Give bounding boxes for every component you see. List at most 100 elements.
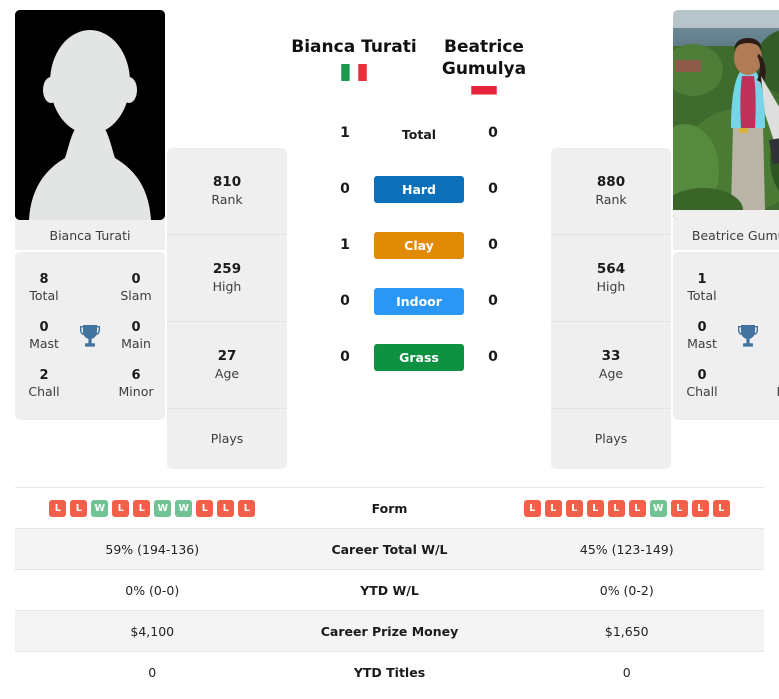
right-main-value: 0 (771, 320, 779, 336)
right-slam-value: 0 (771, 272, 779, 288)
h2h-row-indoor: 0 Indoor 0 (289, 273, 549, 329)
right-minor-titles: 1 Minor (771, 368, 779, 400)
stats-label-career_wl: Career Total W/L (331, 541, 448, 557)
stats-label-form: Form (371, 500, 408, 516)
left-minor-value: 6 (131, 368, 141, 384)
left-form-badge-9[interactable]: L (217, 499, 235, 517)
surface-badge-hard[interactable]: Hard (374, 175, 464, 203)
left-main-label: Main (121, 336, 151, 352)
h2h-grass-left-score: 0 (340, 349, 350, 366)
h2h-row-hard: 0 Hard 0 (289, 161, 549, 217)
left-player-photo[interactable] (15, 10, 165, 220)
left-mast-value: 0 (39, 320, 49, 336)
left-mast-label: Mast (29, 336, 59, 352)
right-form-badge-1[interactable]: L (523, 499, 541, 517)
right-form-badge-8[interactable]: L (670, 499, 688, 517)
right-ytd_titles-cell: 0 (622, 664, 631, 680)
left-player-caption: Bianca Turati (15, 220, 165, 250)
right-form-badge-5[interactable]: L (607, 499, 625, 517)
left-form-badge-1[interactable]: L (49, 499, 67, 517)
h2h-row-clay: 1 Clay 0 (289, 217, 549, 273)
right-form-badge-3[interactable]: L (565, 499, 583, 517)
h2h-indoor-label-cell[interactable]: Indoor (374, 287, 464, 315)
left-high-label: High (212, 278, 242, 294)
h2h-total-label: Total (401, 126, 437, 142)
left-high-block: 259 High (167, 235, 287, 322)
left-form-badge-5[interactable]: L (133, 499, 151, 517)
h2h-row-total: 1 Total 0 (289, 105, 549, 161)
left-chall-value: 2 (39, 368, 49, 384)
right-player-photo[interactable] (673, 10, 779, 220)
left-ytd_wl-cell: 0% (0-0) (125, 582, 180, 598)
right-high-label: High (596, 278, 626, 294)
right-chall-value: 0 (697, 368, 707, 384)
trophy-icon (80, 325, 100, 347)
stats-row-prize_money: $4,100 Career Prize Money $1,650 (15, 610, 764, 651)
right-age-value: 33 (601, 348, 621, 365)
right-high-block: 564 High (551, 235, 671, 322)
h2h-grass-label-cell[interactable]: Grass (374, 343, 464, 371)
right-form-badge-6[interactable]: L (628, 499, 646, 517)
right-player-column: Beatrice Gumulya 1 Total 0 Slam 0 (673, 10, 779, 420)
left-form-badge-2[interactable]: L (70, 499, 88, 517)
left-form-badge-10[interactable]: L (238, 499, 256, 517)
left-slam-value: 0 (131, 272, 141, 288)
surface-badge-grass[interactable]: Grass (374, 343, 464, 371)
left-player-column: Bianca Turati 8 Total 0 Slam 0 Mast 0 Ma… (15, 10, 165, 420)
surface-badge-clay[interactable]: Clay (374, 231, 464, 259)
right-chall-titles: 0 Chall (679, 368, 725, 400)
left-form-badge-4[interactable]: L (112, 499, 130, 517)
left-high-value: 259 (212, 261, 242, 278)
left-plays-block: Plays (167, 409, 287, 469)
left-rank-label: Rank (211, 191, 243, 207)
h2h-total-label-cell: Total (374, 124, 464, 143)
head-to-head-column: Bianca Turati Beatrice Gumulya 1 Total 0 0 H (289, 10, 549, 385)
right-rank-panel: 880 Rank 564 High 33 Age Plays (551, 148, 671, 469)
right-prize_money-cell: $1,650 (604, 623, 649, 639)
left-player-name[interactable]: Bianca Turati (289, 36, 419, 58)
left-form-badge-8[interactable]: L (196, 499, 214, 517)
left-minor-titles: 6 Minor (113, 368, 159, 400)
left-titles-panel: 8 Total 0 Slam 0 Mast 0 Main 2 Chall 6 M… (15, 252, 165, 420)
left-slam-label: Slam (120, 288, 152, 304)
h2h-clay-label-cell[interactable]: Clay (374, 231, 464, 259)
left-player-name-block: Bianca Turati (289, 36, 419, 82)
left-main-titles: 0 Main (113, 320, 159, 352)
left-total-label: Total (29, 288, 59, 304)
left-career_wl-cell: 59% (194-136) (105, 541, 200, 557)
h2h-grass-right-score: 0 (488, 349, 498, 366)
h2h-clay-left-score: 1 (340, 237, 350, 254)
stats-row-career_wl: 59% (194-136) Career Total W/L 45% (123-14… (15, 528, 764, 569)
left-form-badge-3[interactable]: W (91, 499, 109, 517)
left-form-badge-7[interactable]: W (175, 499, 193, 517)
right-form-badge-4[interactable]: L (586, 499, 604, 517)
right-form-badge-7[interactable]: W (649, 499, 667, 517)
left-total-value: 8 (39, 272, 49, 288)
left-trophy-slot (67, 323, 113, 349)
left-rank-column: 810 Rank 259 High 27 Age Plays (167, 10, 287, 469)
right-rank-block: 880 Rank (551, 148, 671, 235)
right-player-name[interactable]: Beatrice Gumulya (419, 36, 549, 80)
h2h-row-grass: 0 Grass 0 (289, 329, 549, 385)
left-rank-spacer (167, 10, 287, 148)
right-form-badge-10[interactable]: L (712, 499, 730, 517)
right-form-badge-9[interactable]: L (691, 499, 709, 517)
h2h-hard-label-cell[interactable]: Hard (374, 175, 464, 203)
player-comparison-page: Bianca Turati 8 Total 0 Slam 0 Mast 0 Ma… (0, 0, 779, 699)
right-plays-block: Plays (551, 409, 671, 469)
italy-flag-icon (341, 64, 367, 82)
right-minor-label: Minor (771, 384, 779, 400)
right-player-caption: Beatrice Gumulya (673, 220, 779, 250)
h2h-indoor-left-score: 0 (340, 293, 350, 310)
left-age-value: 27 (217, 348, 237, 365)
left-form-badge-6[interactable]: W (154, 499, 172, 517)
right-form-badges: LLLLLLWLLL (523, 499, 730, 517)
right-total-label: Total (687, 288, 717, 304)
trophy-icon (738, 325, 758, 347)
surface-badge-indoor[interactable]: Indoor (374, 287, 464, 315)
left-prize_money-cell: $4,100 (130, 623, 175, 639)
left-titles-row-1: 8 Total 0 Slam (21, 264, 159, 312)
left-rank-panel: 810 Rank 259 High 27 Age Plays (167, 148, 287, 469)
right-player-name-block: Beatrice Gumulya (419, 36, 549, 104)
right-form-badge-2[interactable]: L (544, 499, 562, 517)
